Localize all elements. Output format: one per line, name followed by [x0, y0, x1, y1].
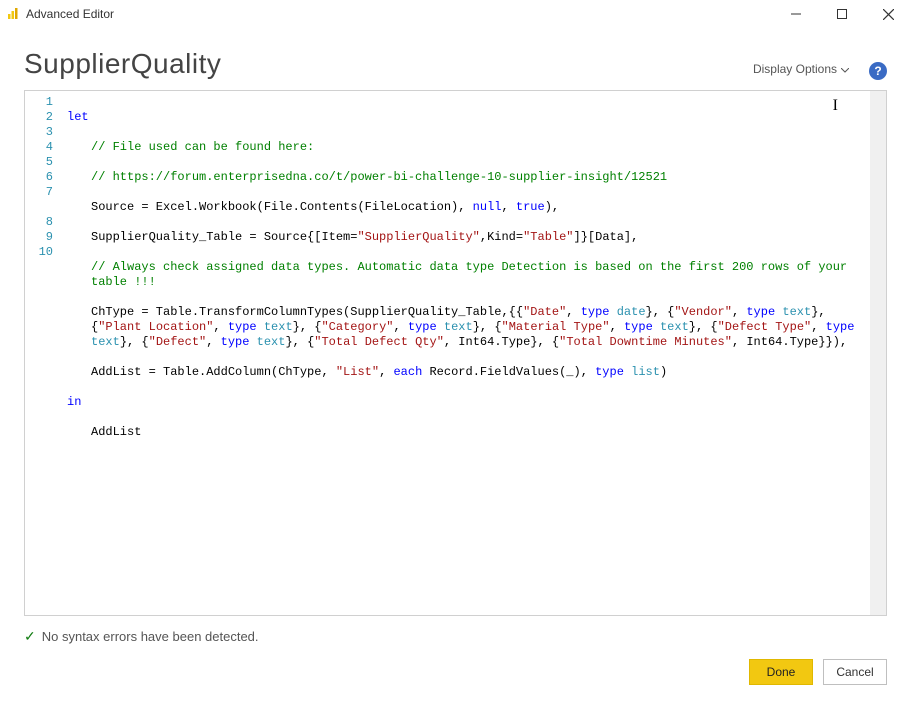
footer: Done Cancel	[0, 645, 911, 685]
text-cursor-icon: I	[833, 97, 838, 115]
query-name: SupplierQuality	[24, 48, 221, 80]
display-options-label: Display Options	[753, 62, 837, 76]
powerbi-icon	[6, 7, 20, 21]
status-bar: ✓ No syntax errors have been detected.	[0, 616, 911, 645]
status-message: No syntax errors have been detected.	[42, 629, 259, 644]
check-icon: ✓	[24, 628, 36, 645]
line-number-gutter: 1 2 3 4 5 6 7 8 9 10	[25, 91, 61, 615]
cancel-button[interactable]: Cancel	[823, 659, 887, 685]
titlebar: Advanced Editor	[0, 0, 911, 28]
maximize-button[interactable]	[819, 0, 865, 28]
code-text[interactable]: let // File used can be found here: // h…	[61, 91, 870, 615]
close-button[interactable]	[865, 0, 911, 28]
header: SupplierQuality Display Options ?	[0, 28, 911, 90]
vertical-scrollbar[interactable]	[870, 91, 886, 615]
done-button[interactable]: Done	[749, 659, 813, 685]
code-editor[interactable]: 1 2 3 4 5 6 7 8 9 10 let // File used ca…	[24, 90, 887, 616]
help-icon[interactable]: ?	[869, 62, 887, 80]
minimize-button[interactable]	[773, 0, 819, 28]
window-title: Advanced Editor	[26, 7, 114, 21]
chevron-down-icon	[841, 62, 849, 76]
display-options-dropdown[interactable]: Display Options	[747, 58, 855, 80]
